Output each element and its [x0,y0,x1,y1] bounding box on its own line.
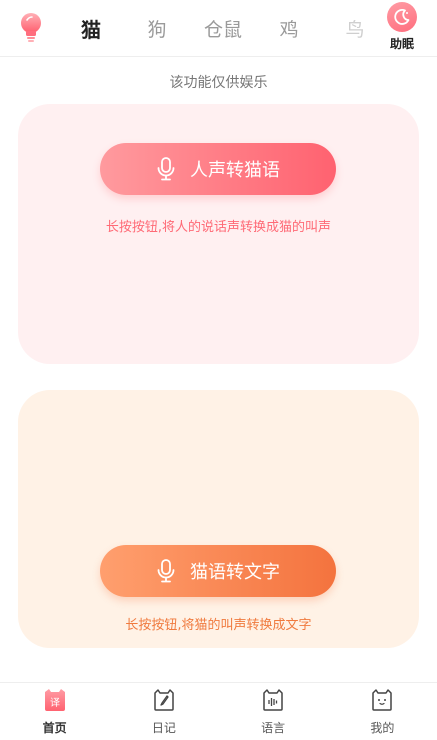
nav-mine[interactable]: 我的 [328,683,437,740]
bottom-nav: 译 首页 日记 语言 我的 [0,683,437,740]
top-bar: 猫 狗 仓鼠 鸡 鸟 助眠 [0,0,437,56]
header-divider [0,56,437,57]
microphone-icon [156,559,176,583]
nav-language-label: 语言 [261,721,286,735]
nav-home-label: 首页 [42,721,67,735]
cat-profile-icon [370,688,394,712]
svg-text:译: 译 [50,697,60,709]
voice-to-cat-hint: 长按按钮,将人的说话声转换成猫的叫声 [105,220,332,235]
voice-to-cat-button[interactable]: 人声转猫语 [100,143,336,195]
microphone-icon [156,157,176,181]
nav-home[interactable]: 译 首页 [0,683,109,740]
tab-chicken[interactable]: 鸡 [256,15,322,42]
nav-mine-label: 我的 [370,721,395,735]
translate-icon: 译 [43,688,67,712]
nav-language[interactable]: 语言 [219,683,328,740]
lightbulb-icon[interactable] [18,12,44,42]
cat-language-icon [261,688,285,712]
tab-dog[interactable]: 狗 [124,15,190,42]
cat-to-text-hint: 长按按钮,将猫的叫声转换成文字 [125,618,312,633]
tab-hamster[interactable]: 仓鼠 [190,15,256,42]
nav-diary[interactable]: 日记 [109,683,218,740]
sleep-label: 助眠 [389,37,414,51]
animal-tabs: 猫 狗 仓鼠 鸡 鸟 [58,0,388,56]
moon-icon [387,2,417,32]
cat-to-text-button[interactable]: 猫语转文字 [100,545,336,597]
nav-diary-label: 日记 [151,721,176,735]
sleep-button[interactable]: 助眠 [381,2,423,54]
voice-to-cat-label: 人声转猫语 [190,160,280,181]
cat-to-text-label: 猫语转文字 [190,562,280,583]
diary-icon [152,688,176,712]
tab-bird[interactable]: 鸟 [322,15,388,42]
tab-cat[interactable]: 猫 [58,14,124,43]
cat-to-text-card [18,390,419,648]
entertainment-notice: 该功能仅供娱乐 [169,75,268,91]
